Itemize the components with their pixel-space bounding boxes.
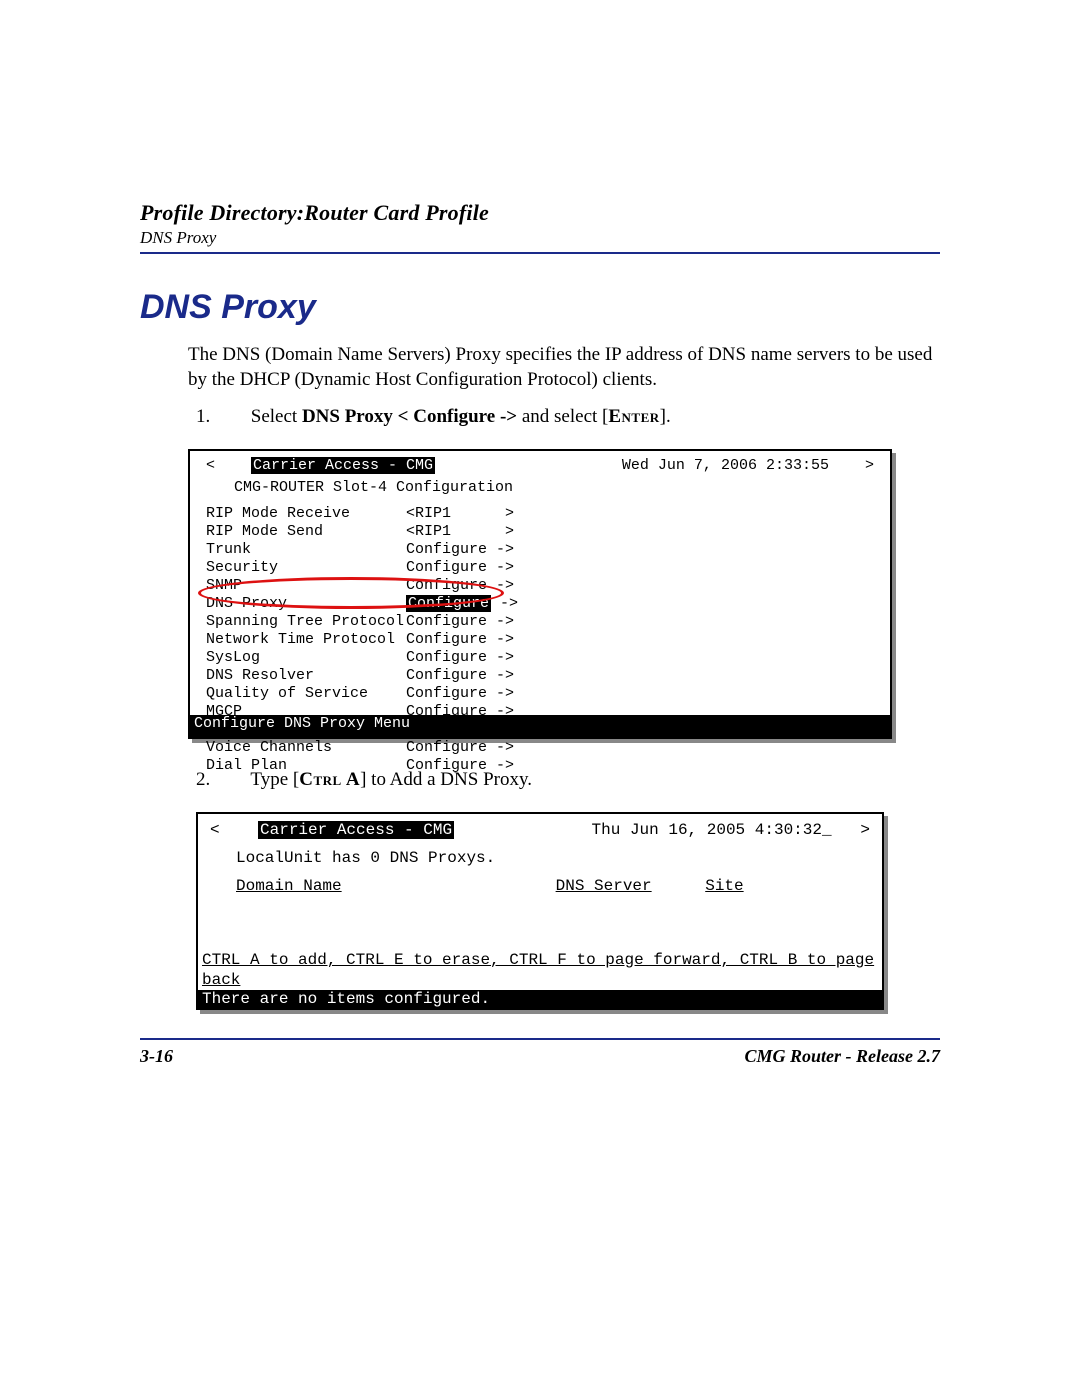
term1-arrow-right: > (865, 457, 874, 474)
term1-row-label: RIP Mode Send (206, 523, 406, 541)
term2-title: Carrier Access - CMG (258, 821, 454, 839)
term1-row-value: Configure -> (406, 541, 514, 559)
term1-row-label: Trunk (206, 541, 406, 559)
term1-row-value: Configure -> (406, 595, 518, 613)
step-1-text-pre: Select (251, 406, 302, 427)
term2-status-bar: There are no items configured. (198, 990, 882, 1008)
term1-config-row: SecurityConfigure -> (206, 559, 878, 577)
term1-row-value: Configure -> (406, 685, 514, 703)
term1-config-row: SNMPConfigure -> (206, 577, 878, 595)
term1-row-label: Quality of Service (206, 685, 406, 703)
term1-config-row: SysLogConfigure -> (206, 649, 878, 667)
term1-status-bar: Configure DNS Proxy Menu (190, 715, 890, 733)
term1-config-row: Quality of ServiceConfigure -> (206, 685, 878, 703)
footer-doc-title: CMG Router - Release 2.7 (745, 1046, 941, 1067)
step-1-key: Enter (608, 406, 659, 427)
footer-rule (140, 1038, 940, 1040)
term2-arrow-left: < (210, 821, 220, 839)
term1-config-row: RIP Mode Receive<RIP1 > (206, 505, 878, 523)
terminal-screenshot-1: < Carrier Access - CMG Wed Jun 7, 2006 2… (188, 449, 892, 739)
term1-config-row: TrunkConfigure -> (206, 541, 878, 559)
term2-col-domain-name: Domain Name (236, 876, 546, 896)
term2-timestamp: Thu Jun 16, 2005 4:30:32_ (592, 821, 832, 839)
term1-row-label: Security (206, 559, 406, 577)
term2-arrow-right: > (860, 821, 870, 839)
section-title: DNS Proxy (140, 288, 940, 327)
header-rule (140, 252, 940, 254)
term1-row-label: DNS Proxy (206, 595, 406, 613)
term1-row-value: Configure -> (406, 739, 514, 757)
term1-row-value: <RIP1 > (406, 523, 514, 541)
header-breadcrumb: Profile Directory:Router Card Profile (140, 200, 940, 226)
term1-row-value: Configure -> (406, 649, 514, 667)
term1-title: Carrier Access - CMG (251, 457, 435, 474)
term1-row-label: SysLog (206, 649, 406, 667)
term2-col-site: Site (705, 876, 795, 896)
term1-config-row: RIP Mode Send<RIP1 > (206, 523, 878, 541)
step-1: 1. Select DNS Proxy < Configure -> and s… (224, 404, 940, 431)
intro-paragraph: The DNS (Domain Name Servers) Proxy spec… (188, 343, 940, 392)
term2-summary-line: LocalUnit has 0 DNS Proxys. (236, 848, 870, 868)
step-1-text-mid: and select [ (517, 406, 608, 427)
term1-row-value: Configure -> (406, 667, 514, 685)
term1-row-label: Network Time Protocol (206, 631, 406, 649)
term1-arrow-left: < (206, 457, 215, 474)
term1-row-value: <RIP1 > (406, 505, 514, 523)
term1-row-label: DNS Resolver (206, 667, 406, 685)
term2-column-headers: Domain Name DNS Server Site (236, 876, 870, 896)
term1-timestamp: Wed Jun 7, 2006 2:33:55 (622, 457, 829, 474)
term1-row-label: Spanning Tree Protocol (206, 613, 406, 631)
term1-row-label: Dial Plan (206, 757, 406, 775)
step-1-bold: DNS Proxy < Configure -> (302, 406, 517, 427)
term1-row-label: SNMP (206, 577, 406, 595)
header-subsection: DNS Proxy (140, 228, 940, 248)
term2-col-dns-server: DNS Server (556, 876, 696, 896)
term2-help-line: CTRL A to add, CTRL E to erase, CTRL F t… (198, 950, 882, 990)
term1-config-row: Voice ChannelsConfigure -> (206, 739, 878, 757)
term1-config-row: DNS ProxyConfigure -> (206, 595, 878, 613)
term1-config-row: Spanning Tree ProtocolConfigure -> (206, 613, 878, 631)
term1-config-row: DNS ResolverConfigure -> (206, 667, 878, 685)
term1-row-value: Configure -> (406, 577, 514, 595)
term1-row-label: RIP Mode Receive (206, 505, 406, 523)
terminal-screenshot-2: < Carrier Access - CMG Thu Jun 16, 2005 … (196, 812, 884, 1010)
term1-subtitle: CMG-ROUTER Slot-4 Configuration (234, 479, 878, 497)
term1-row-value: Configure -> (406, 559, 514, 577)
term1-config-row: Network Time ProtocolConfigure -> (206, 631, 878, 649)
term1-row-value: Configure -> (406, 757, 514, 775)
term1-row-value: Configure -> (406, 631, 514, 649)
footer-page-number: 3-16 (140, 1046, 173, 1067)
step-1-text-post: ]. (660, 406, 671, 427)
term1-status-bottom (190, 733, 890, 737)
term1-row-value: Configure -> (406, 613, 514, 631)
term1-row-label: Voice Channels (206, 739, 406, 757)
term1-config-row: Dial PlanConfigure -> (206, 757, 878, 775)
